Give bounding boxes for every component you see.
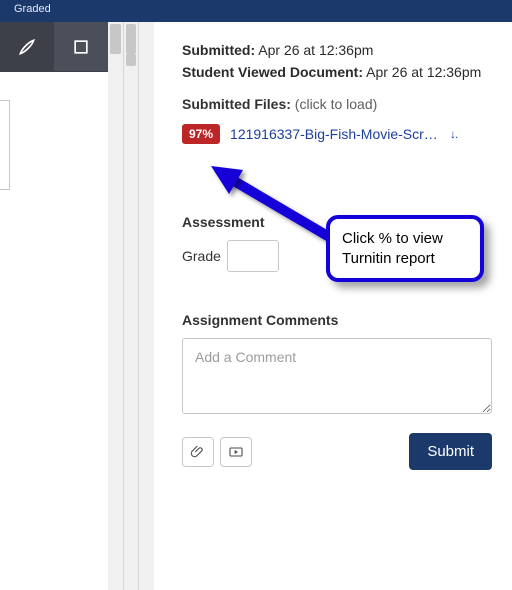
viewed-value: Apr 26 at 12:36pm (366, 64, 481, 80)
files-label-text: Submitted Files: (182, 96, 291, 112)
grade-label: Grade (182, 248, 221, 264)
crop-icon (71, 37, 91, 57)
scrollbar-thumb[interactable] (126, 54, 137, 66)
document-preview-edge (0, 100, 10, 190)
download-icon[interactable]: ↓. (450, 127, 457, 141)
comments-heading: Assignment Comments (182, 312, 492, 328)
scrollbar-thumb[interactable] (110, 24, 121, 54)
submitted-file-link[interactable]: 121916337-Big-Fish-Movie-Script.… (230, 126, 440, 142)
scrollbar-track[interactable] (108, 22, 123, 590)
grade-input[interactable] (227, 240, 279, 272)
attach-button[interactable] (182, 437, 214, 467)
submitted-line: Submitted: Apr 26 at 12:36pm (182, 42, 492, 58)
paperclip-icon (190, 444, 206, 460)
top-bar: Graded (0, 0, 512, 22)
annotation-toolbar (0, 22, 108, 72)
submit-button[interactable]: Submit (409, 433, 492, 470)
play-rect-icon (228, 444, 244, 460)
brush-icon (17, 37, 37, 57)
resize-gutter[interactable] (108, 22, 154, 590)
scrollbar-thumb[interactable] (126, 24, 137, 54)
status-crumb: Graded (8, 0, 57, 18)
viewed-line: Student Viewed Document: Apr 26 at 12:36… (182, 64, 492, 80)
files-hint: (click to load) (295, 96, 377, 112)
annotation-callout: Click % to view Turnitin report (326, 215, 484, 282)
viewed-label: Student Viewed Document: (182, 64, 363, 80)
callout-text: Click % to view Turnitin report (342, 230, 443, 267)
media-button[interactable] (220, 437, 252, 467)
crop-tool[interactable] (54, 22, 108, 71)
file-row: 97% 121916337-Big-Fish-Movie-Script.… ↓. (182, 124, 492, 144)
comment-textarea[interactable] (182, 338, 492, 414)
divider-col (138, 22, 154, 590)
brush-tool[interactable] (0, 22, 54, 71)
submitted-label: Submitted: (182, 42, 255, 58)
grading-panel: Submitted: Apr 26 at 12:36pm Student Vie… (154, 22, 512, 590)
turnitin-percent-badge[interactable]: 97% (182, 124, 220, 144)
comment-actions: Submit (182, 433, 492, 470)
submitted-value: Apr 26 at 12:36pm (258, 42, 373, 58)
submitted-files-label: Submitted Files: (click to load) (182, 96, 492, 112)
scrollbar-track[interactable] (123, 22, 139, 590)
